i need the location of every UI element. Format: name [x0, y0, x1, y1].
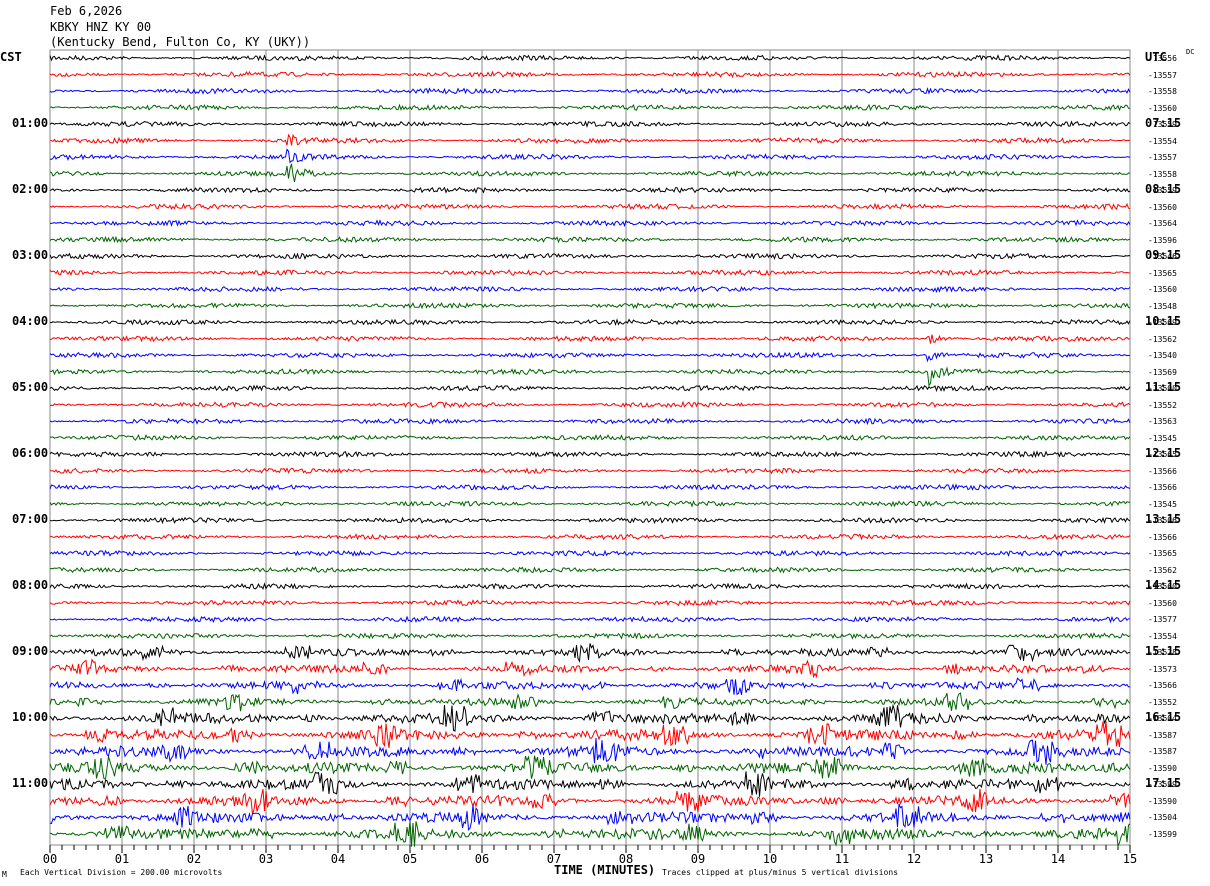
plot-frame: [49, 49, 1131, 846]
trace-line: [49, 87, 1131, 95]
trace-line: [49, 54, 1131, 62]
trace-line: [49, 384, 1131, 393]
scale-note: Each Vertical Division = 200.00 microvol…: [20, 868, 223, 877]
trace-line: [49, 643, 1130, 664]
trace-line: [49, 334, 1131, 344]
trace-line: [49, 566, 1131, 574]
x-tick-label: 15: [1123, 852, 1137, 866]
trace-line: [49, 788, 1131, 815]
trace-line: [49, 632, 1131, 640]
trace-line: [49, 721, 1131, 748]
trace-line: [49, 235, 1131, 244]
trace-line: [49, 450, 1131, 459]
x-axis-label: TIME (MINUTES): [554, 863, 656, 877]
trace-line: [49, 467, 1131, 475]
trace-line: [49, 301, 1131, 310]
trace-line: [49, 133, 1131, 146]
x-tick-label: 09: [691, 852, 705, 866]
trace-line: [49, 755, 1131, 781]
trace-line: [50, 219, 1131, 228]
x-tick-label: 11: [835, 852, 849, 866]
x-tick-label: 04: [331, 852, 345, 866]
x-tick-label: 12: [907, 852, 921, 866]
corner-mark: M: [2, 870, 7, 879]
trace-line: [49, 533, 1131, 541]
x-tick-label: 14: [1051, 852, 1065, 866]
trace-line: [49, 771, 1131, 797]
trace-line: [49, 500, 1131, 508]
trace-line: [49, 285, 1131, 294]
trace-line: [49, 351, 1131, 363]
x-tick-label: 03: [259, 852, 273, 866]
trace-line: [49, 366, 1131, 387]
clip-note: Traces clipped at plus/minus 5 vertical …: [662, 868, 899, 877]
x-tick-label: 05: [403, 852, 417, 866]
trace-line: [49, 582, 1131, 590]
trace-line: [49, 483, 1131, 491]
trace-line: [49, 318, 1131, 327]
trace-line: [49, 148, 1131, 164]
trace-line: [49, 186, 1131, 194]
x-tick-label: 13: [979, 852, 993, 866]
trace-line: [49, 737, 1131, 765]
x-tick-label: 01: [115, 852, 129, 866]
trace-line: [49, 252, 1131, 261]
trace-line: [49, 692, 1131, 712]
trace-line: [49, 70, 1131, 79]
seismogram-plot: 00 01 02 03 04 05 06 07 08 09 10 11 12 13 14 15: [43, 49, 1137, 866]
trace-line: [49, 163, 1131, 183]
trace-line: [49, 549, 1131, 557]
trace-line: [49, 120, 1131, 128]
trace-line: [49, 202, 1131, 211]
trace-line: [49, 821, 1131, 847]
trace-line: [49, 615, 1131, 624]
trace-line: [49, 417, 1131, 426]
trace-line: [49, 103, 1130, 112]
trace-line: [49, 599, 1131, 607]
trace-line: [49, 400, 1131, 409]
trace-line: [49, 433, 1131, 442]
trace-line: [49, 516, 1131, 525]
trace-line: [49, 677, 1131, 696]
x-tick-label: 10: [763, 852, 777, 866]
x-tick-label: 00: [43, 852, 57, 866]
trace-line: [49, 658, 1131, 679]
trace-line: [49, 268, 1131, 277]
x-tick-label: 02: [187, 852, 201, 866]
x-tick-label: 06: [475, 852, 489, 866]
